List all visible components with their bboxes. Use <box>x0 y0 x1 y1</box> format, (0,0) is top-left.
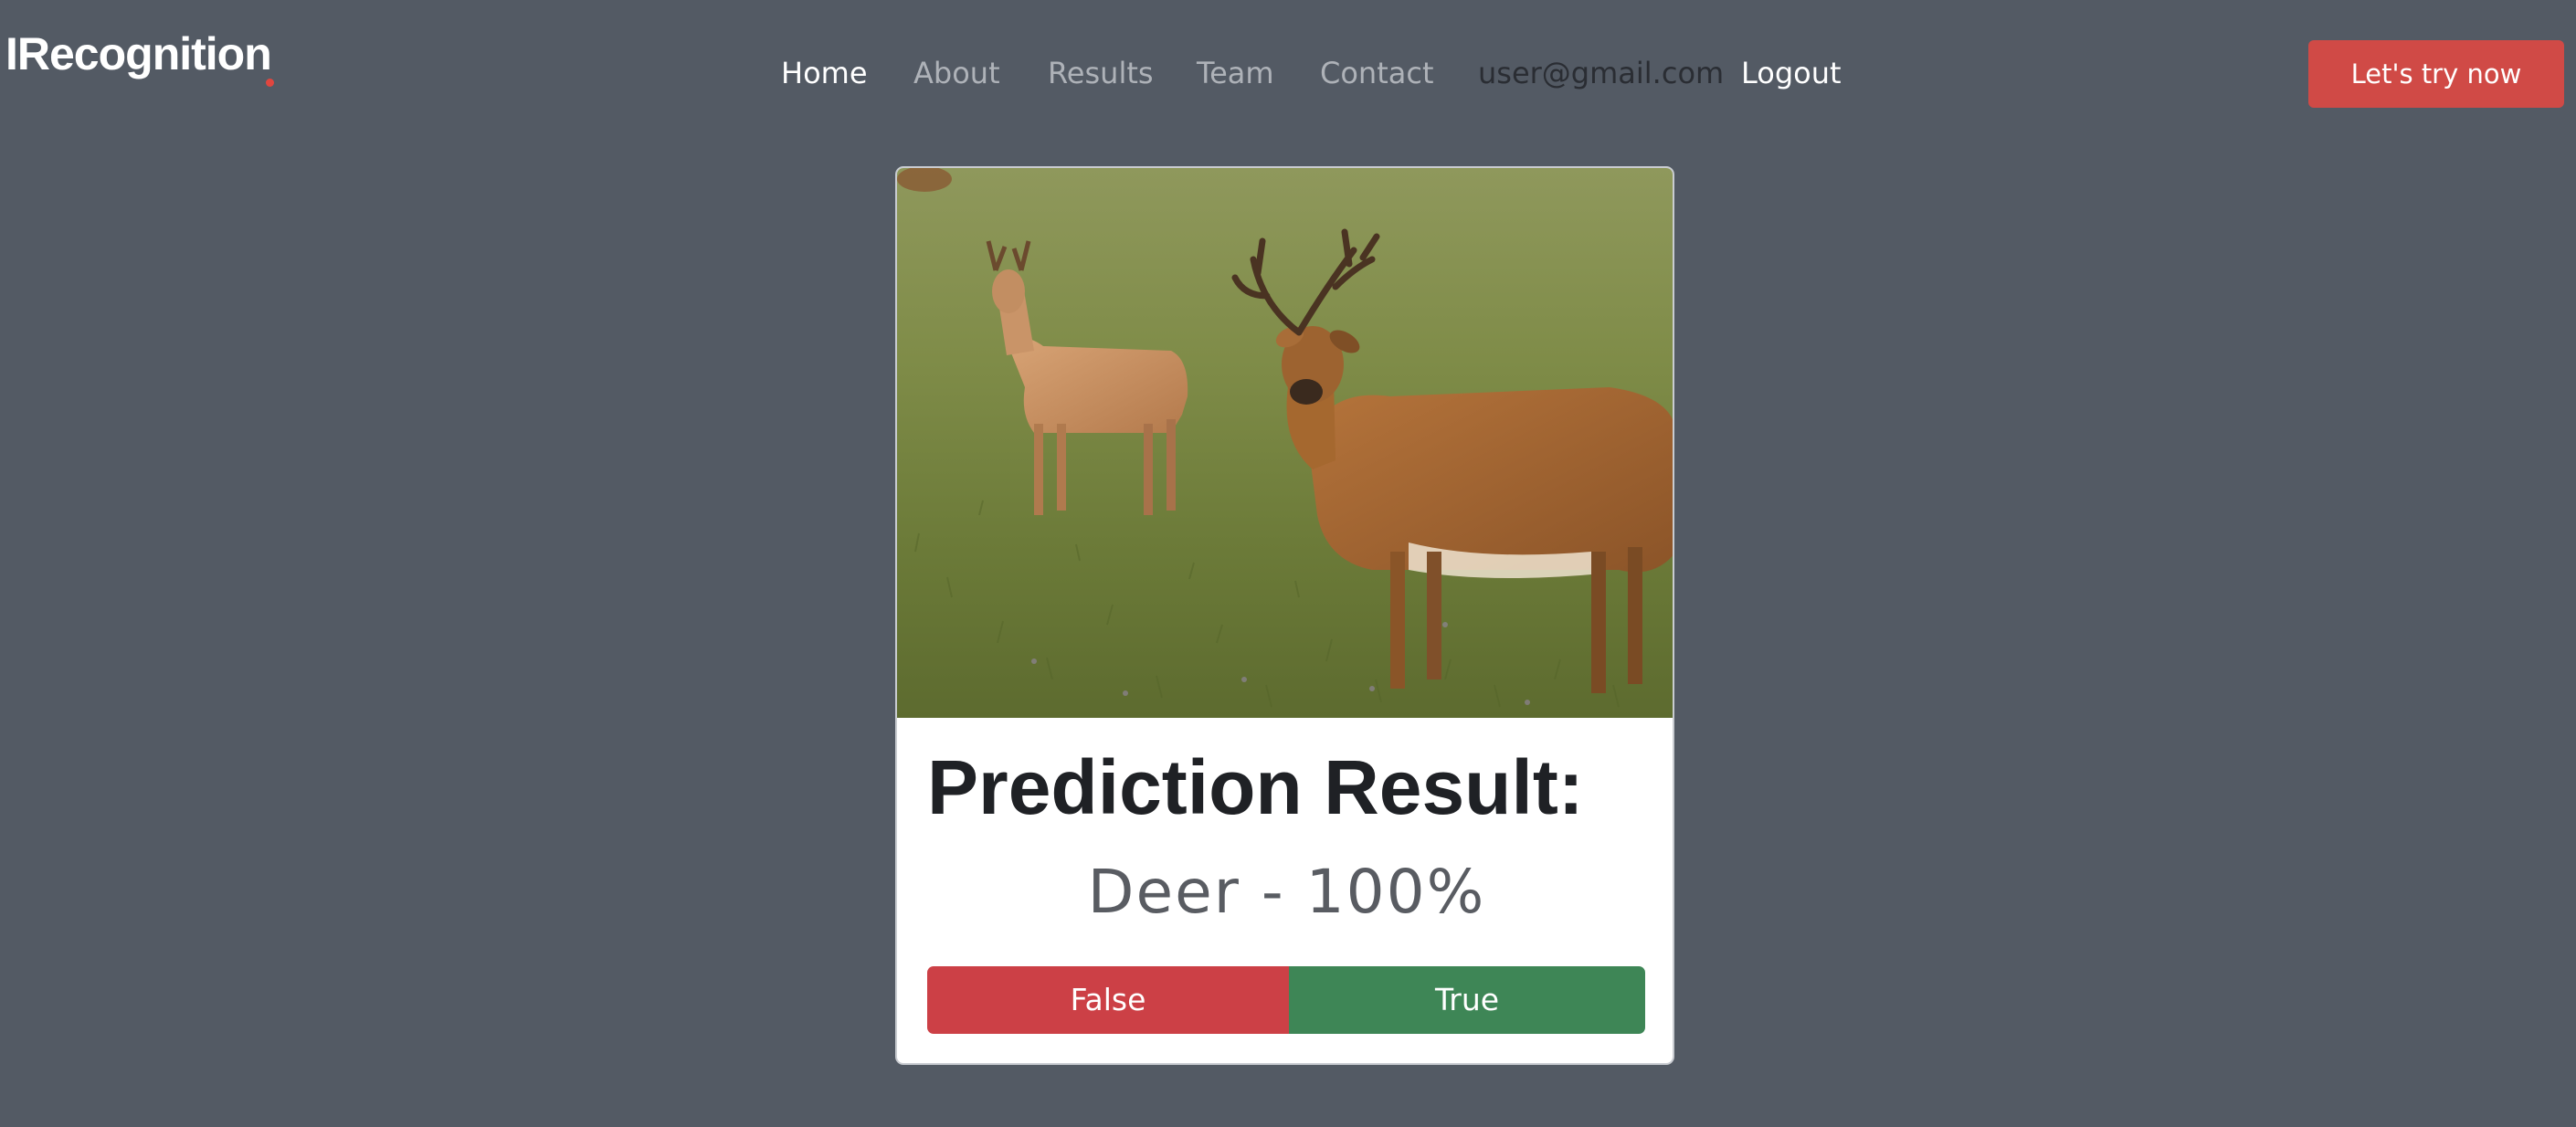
feedback-button-group: False True <box>927 966 1645 1034</box>
true-button[interactable]: True <box>1289 966 1645 1034</box>
nav-home-link[interactable]: Home <box>781 53 868 93</box>
deer-image-icon <box>897 168 1673 718</box>
prediction-card: Prediction Result: Deer - 100% False Tru… <box>895 166 1674 1065</box>
nav-results-link[interactable]: Results <box>1048 53 1154 93</box>
deer-photo <box>897 168 1673 718</box>
prediction-result: Deer - 100% <box>1087 857 1486 927</box>
brand-logo[interactable]: IRecognition <box>5 31 272 77</box>
false-button[interactable]: False <box>927 966 1289 1034</box>
nav-contact-link[interactable]: Contact <box>1320 53 1434 93</box>
nav-logout-link[interactable]: Logout <box>1741 53 1842 93</box>
nav-user-email[interactable]: user@gmail.com <box>1478 53 1724 93</box>
nav-about-link[interactable]: About <box>913 53 1000 93</box>
prediction-title: Prediction Result: <box>927 744 1584 830</box>
brand-dot-icon <box>266 79 274 87</box>
nav-team-link[interactable]: Team <box>1197 53 1274 93</box>
navbar: IRecognition Home About Results Team Con… <box>0 0 2576 146</box>
try-now-button[interactable]: Let's try now <box>2308 40 2564 108</box>
